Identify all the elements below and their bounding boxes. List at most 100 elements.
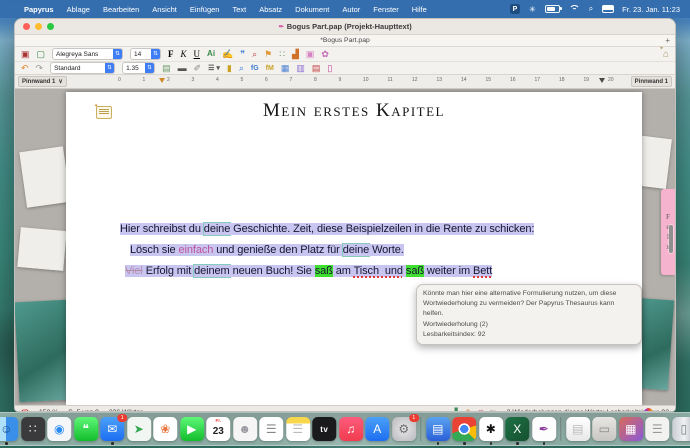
papyrus-menubar-icon[interactable]: P <box>510 4 520 14</box>
pinboard-label-right[interactable]: Pinnwand 1 <box>631 76 672 87</box>
bold-button[interactable]: F <box>168 50 174 59</box>
menu-dokument[interactable]: Dokument <box>295 5 329 14</box>
text-style-button[interactable]: Ai <box>207 50 215 58</box>
wifi-icon[interactable] <box>569 5 580 14</box>
proofreading-pen-icon[interactable]: ✍ <box>222 50 233 59</box>
insert-media-icon[interactable]: ▤ <box>162 64 171 73</box>
chatgpt-dock-icon[interactable]: ✱ <box>479 417 503 441</box>
gallery-icon[interactable]: ▥ <box>296 64 305 73</box>
ruler-tick-1: 1 <box>143 77 146 83</box>
music-dock-icon[interactable]: ♫ <box>339 417 363 441</box>
spotlight-search-icon[interactable]: ⌕ <box>589 4 593 14</box>
menu-text[interactable]: Text <box>232 5 246 14</box>
launchpad-dock-icon[interactable]: ∷ <box>21 417 45 441</box>
redo-icon[interactable]: ↷ <box>36 64 44 73</box>
menu-papyrus[interactable]: Papyrus <box>24 5 54 14</box>
text-line[interactable]: Hier schreibst du deine Geschichte. Zeit… <box>120 219 590 240</box>
chrome-dock-icon[interactable] <box>452 417 476 441</box>
asterisk-settings-icon[interactable]: ✳ <box>529 5 536 14</box>
menubar-clock[interactable]: Fr. 23. Jan. 11:23 <box>622 5 680 14</box>
menu-einfügen[interactable]: Einfügen <box>190 5 220 14</box>
database-icon[interactable]: ▮ <box>227 64 232 73</box>
excel-dock-icon[interactable]: X <box>505 417 529 441</box>
clapper-scene-icon[interactable]: ▬ <box>178 64 187 73</box>
search-reader-icon[interactable]: ⌕ <box>239 64 244 73</box>
menu-hilfe[interactable]: Hilfe <box>412 5 427 14</box>
italic-button[interactable]: K <box>181 50 187 59</box>
pink-note-icon[interactable]: ▣ <box>306 50 315 59</box>
indent-marker[interactable] <box>159 78 165 83</box>
menu-ansicht[interactable]: Ansicht <box>152 5 177 14</box>
document-file-dock-icon[interactable]: ▤ <box>566 417 590 441</box>
photos-stack-glyph: ▦ <box>625 422 636 436</box>
battery-icon[interactable] <box>545 5 560 13</box>
papyrus-dock-icon[interactable]: ✒ <box>532 417 556 441</box>
font-size-select[interactable]: 14⇅ <box>130 48 161 60</box>
home-icon[interactable]: ✦⌂ <box>663 49 669 60</box>
reminders-dock-icon[interactable]: ☰ <box>259 417 283 441</box>
mail-dock-icon[interactable]: ✉1 <box>100 417 124 441</box>
footnote-m-icon[interactable]: fM <box>266 65 274 72</box>
character-marks-icon[interactable]: ∷ <box>279 50 285 59</box>
underline-button[interactable]: U <box>194 50 201 59</box>
screenshot-stack-dock-icon[interactable]: ▭ <box>592 417 616 441</box>
title-bar[interactable]: ✒ Bogus Part.pap (Projekt-Haupttext) <box>15 19 675 35</box>
comment-bubble-icon[interactable]: ❞ <box>240 50 245 59</box>
text-line[interactable]: Viel Erfolg mit deinem neuen Buch! Sie s… <box>125 261 590 282</box>
line-spacing-stepper[interactable]: ⇅ <box>145 63 154 73</box>
notes-dock-icon[interactable]: ☰ <box>286 417 310 441</box>
trash-dock-icon[interactable]: ▯ <box>672 417 690 441</box>
font-size-stepper[interactable]: ⇅ <box>151 49 160 59</box>
text-line[interactable]: Lösch sie einfach und genieße den Platz … <box>130 240 590 261</box>
control-center-icon[interactable] <box>602 5 613 13</box>
alignment-list-icon[interactable]: ☰ ▾ <box>208 65 220 72</box>
font-family-select[interactable]: Alegreya Sans⇅ <box>52 48 123 60</box>
facetime-dock-icon[interactable]: ▶ <box>180 417 204 441</box>
footnote-g-icon[interactable]: fG <box>251 65 259 72</box>
search-magnifier-icon[interactable]: ⌕ <box>252 50 257 59</box>
safari-dock-icon[interactable]: ◉ <box>47 417 71 441</box>
text-segment: deinem <box>194 265 229 277</box>
vertical-scrollbar[interactable] <box>669 225 673 253</box>
menu-absatz[interactable]: Absatz <box>259 5 282 14</box>
line-spacing-select[interactable]: 1.35⇅ <box>122 62 155 74</box>
right-margin-marker[interactable] <box>599 78 605 83</box>
new-document-icon[interactable]: ▢ <box>37 50 46 59</box>
add-tab-button[interactable]: + <box>665 36 670 45</box>
menu-fenster[interactable]: Fenster <box>373 5 398 14</box>
style-check-flag-icon[interactable]: ⚑ <box>264 50 272 59</box>
ruler[interactable]: Pinnwand 1∨ Pinnwand 1 01234567891011121… <box>15 75 675 89</box>
photos-dock-icon[interactable]: ❀ <box>153 417 177 441</box>
ruler-tick-4: 4 <box>216 77 219 83</box>
photos-stack-dock-icon[interactable]: ▦ <box>619 417 643 441</box>
save-icon[interactable]: ▣ <box>21 50 30 59</box>
paragraph-style-stepper[interactable]: ⇅ <box>105 63 114 73</box>
table-icon[interactable]: ▦ <box>281 64 290 73</box>
thesaurus-flower-icon[interactable]: ✿ <box>321 50 329 59</box>
list-stack-dock-icon[interactable]: ☰ <box>645 417 669 441</box>
font-family-stepper[interactable]: ⇅ <box>113 49 122 59</box>
statistics-chart-icon[interactable]: ▟ <box>292 50 299 59</box>
bookmark-icon[interactable]: ▯ <box>327 64 332 73</box>
app-store-dock-icon[interactable]: A <box>365 417 389 441</box>
menu-ablage[interactable]: Ablage <box>67 5 90 14</box>
pinboard-label-left[interactable]: Pinnwand 1∨ <box>18 76 67 87</box>
pdf-export-icon[interactable]: ▤ <box>312 64 321 73</box>
link-pen-icon[interactable]: ✐ <box>194 64 202 73</box>
system-settings-dock-icon[interactable]: ⚙1 <box>392 417 416 441</box>
body-text[interactable]: Hier schreibst du deine Geschichte. Zeit… <box>120 219 590 282</box>
contacts-dock-icon[interactable]: ☻ <box>233 417 257 441</box>
tv-dock-icon[interactable]: tv <box>312 417 336 441</box>
document-page[interactable]: Mein erstes Kapitel Hier schreibst du de… <box>66 92 642 405</box>
paragraph-style-select[interactable]: Standard⇅ <box>50 62 115 74</box>
document-tab[interactable]: *Bogus Part.pap <box>320 37 370 44</box>
menu-autor[interactable]: Autor <box>342 5 360 14</box>
undo-icon[interactable]: ↶ <box>21 64 29 73</box>
menu-bearbeiten[interactable]: Bearbeiten <box>103 5 139 14</box>
maps-dock-icon[interactable]: ➤ <box>127 417 151 441</box>
finder-dock-icon[interactable]: ☺ <box>0 417 18 441</box>
calendar-dock-icon[interactable]: Fr.23 <box>206 417 230 441</box>
text-segment: Tisch <box>354 265 382 277</box>
messages-dock-icon[interactable]: ❝ <box>74 417 98 441</box>
blue-card-app-dock-icon[interactable]: ▤ <box>426 417 450 441</box>
